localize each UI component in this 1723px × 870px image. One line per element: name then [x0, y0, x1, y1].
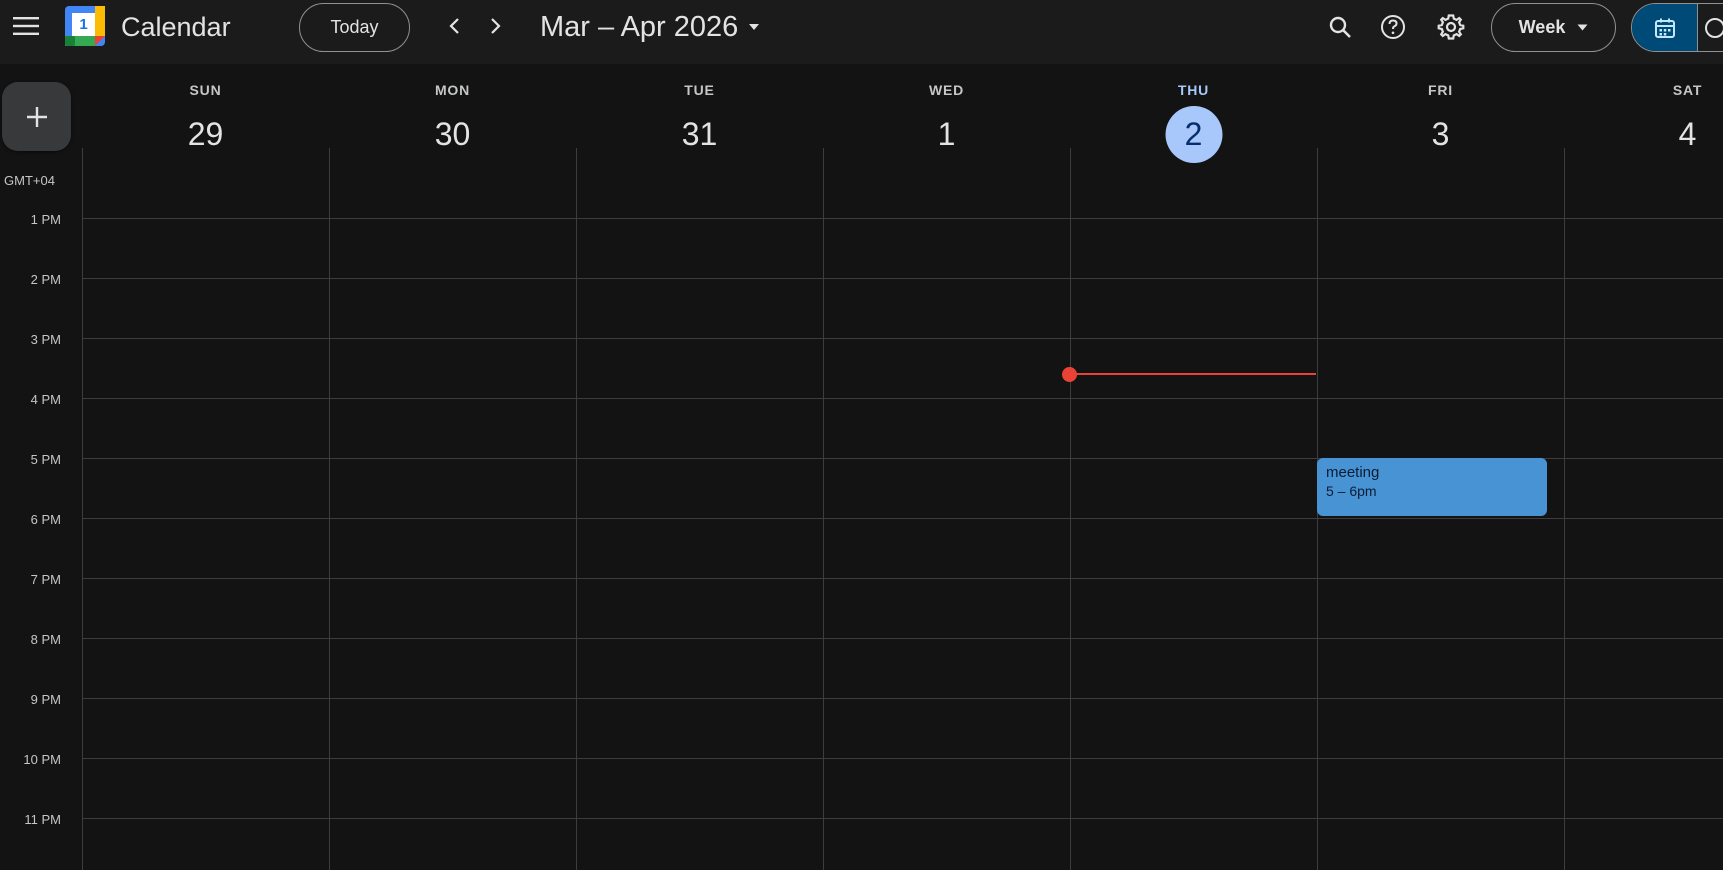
day-name: WED [928, 82, 965, 98]
caret-down-icon [1577, 24, 1588, 31]
settings-button[interactable] [1431, 7, 1471, 47]
hour-label: 6 PM [30, 512, 61, 527]
calendar-icon [1654, 18, 1675, 38]
event-time: 5 – 6pm [1326, 483, 1377, 499]
hour-divider [82, 398, 1723, 399]
hour-label: 11 PM [24, 812, 61, 827]
app-title: Calendar [121, 12, 231, 42]
hour-label: 2 PM [30, 272, 61, 287]
event-meeting[interactable]: meeting 5 – 6pm [1317, 458, 1547, 516]
check-circle-icon [1705, 17, 1723, 38]
day-name: THU [1177, 82, 1210, 98]
hour-label: 7 PM [30, 572, 61, 587]
next-week-button[interactable] [477, 8, 513, 44]
logo-day-number: 1 [79, 16, 88, 33]
day-column-divider [576, 148, 577, 870]
timezone-label: GMT+04 [4, 173, 55, 188]
today-button[interactable]: Today [299, 3, 410, 52]
hour-label: 1 PM [30, 212, 61, 227]
event-title: meeting [1326, 464, 1380, 481]
help-button[interactable] [1373, 7, 1413, 47]
current-time-line [1069, 373, 1316, 375]
hour-label: 8 PM [30, 632, 61, 647]
search-icon [1329, 16, 1351, 38]
chevron-right-icon [491, 18, 501, 34]
day-column-divider [823, 148, 824, 870]
menu-icon [13, 17, 39, 35]
tasks-view-button[interactable] [1697, 4, 1723, 51]
date-range-label: Mar – Apr 2026 [540, 10, 739, 43]
day-column-divider [82, 148, 83, 870]
hour-divider [82, 518, 1723, 519]
calendar-logo[interactable]: 1 [65, 6, 105, 46]
day-name: FRI [1428, 82, 1453, 98]
day-name: MON [434, 82, 471, 98]
view-selector[interactable]: Week [1491, 3, 1616, 52]
main-menu-button[interactable] [6, 6, 46, 46]
day-column-divider [329, 148, 330, 870]
hour-divider [82, 758, 1723, 759]
hour-label: 9 PM [30, 692, 61, 707]
hour-label: 4 PM [30, 392, 61, 407]
create-button[interactable] [2, 82, 71, 151]
day-name: SUN [189, 82, 222, 98]
view-selector-label: Week [1518, 17, 1566, 37]
plus-icon [26, 106, 47, 127]
hour-label: 5 PM [30, 452, 61, 467]
day-name: TUE [684, 82, 715, 98]
top-bar: 1 Calendar Today Mar – Apr 2026 Week [0, 0, 1723, 64]
help-icon [1381, 15, 1405, 39]
hour-divider [82, 698, 1723, 699]
search-button[interactable] [1320, 7, 1360, 47]
calendar-tasks-toggle [1631, 3, 1723, 52]
calendar-view-button[interactable] [1632, 4, 1697, 51]
hour-divider [82, 578, 1723, 579]
day-column-divider [1564, 148, 1565, 870]
date-range-picker[interactable]: Mar – Apr 2026 [540, 9, 760, 45]
hour-label: 10 PM [23, 752, 61, 767]
chevron-left-icon [449, 18, 459, 34]
hour-divider [82, 278, 1723, 279]
previous-week-button[interactable] [437, 8, 473, 44]
gear-icon [1437, 14, 1465, 40]
day-column-divider [1070, 148, 1071, 870]
hour-divider [82, 638, 1723, 639]
hour-label: 3 PM [30, 332, 61, 347]
hour-divider [82, 218, 1723, 219]
day-name: SAT [1672, 82, 1703, 98]
caret-down-icon [749, 24, 760, 30]
hour-divider [82, 818, 1723, 819]
hour-divider [82, 338, 1723, 339]
